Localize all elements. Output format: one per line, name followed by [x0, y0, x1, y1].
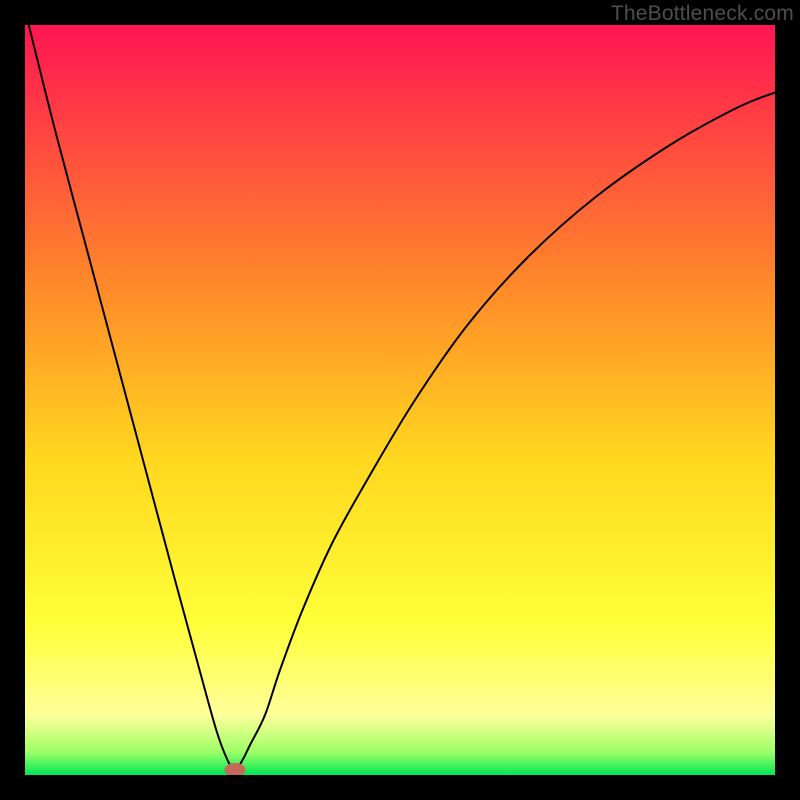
chart-background — [25, 25, 775, 775]
watermark-text: TheBottleneck.com — [611, 2, 794, 26]
bottleneck-chart — [25, 25, 775, 775]
chart-frame: TheBottleneck.com — [0, 0, 800, 800]
